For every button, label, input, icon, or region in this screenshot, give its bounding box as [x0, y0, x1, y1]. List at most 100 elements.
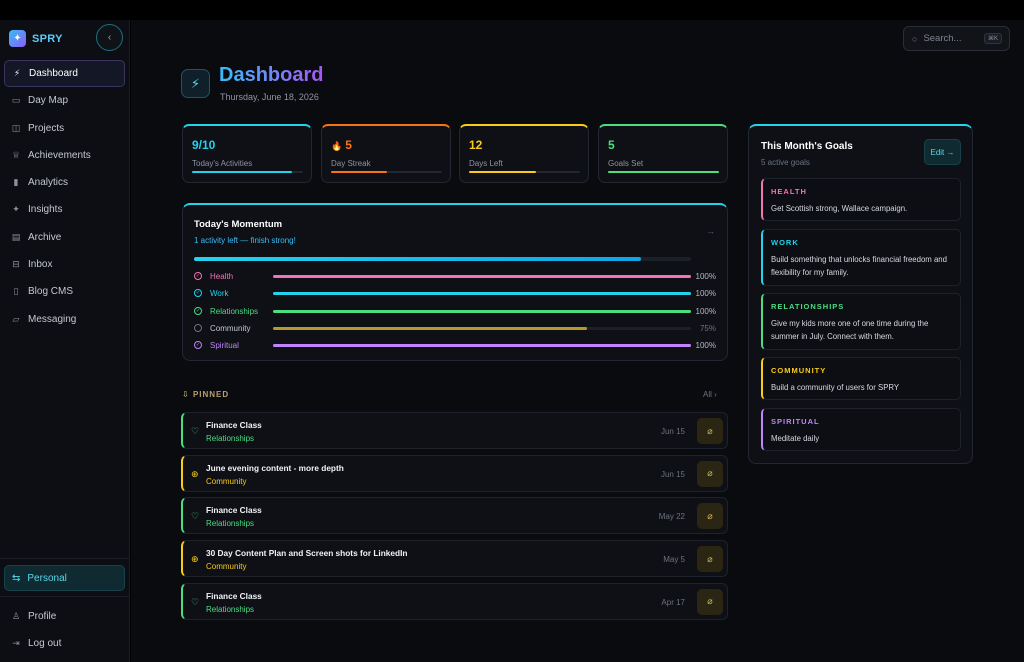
unpin-button[interactable]: ⌀: [697, 418, 723, 444]
main-content: ○ Search... ⌘K ⚡ Dashboard Thursday, Jun…: [131, 20, 1024, 662]
globe-icon: ⊕: [191, 468, 199, 479]
goal-tag: HEALTH: [771, 187, 807, 196]
goals-card: This Month's Goals 5 active goals Edit →…: [748, 124, 973, 464]
switch-icon: ⇆: [12, 572, 21, 584]
pinned-item-category: Relationships: [206, 434, 255, 443]
unpin-button[interactable]: ⌀: [697, 503, 723, 530]
collapse-sidebar-button[interactable]: ‹: [96, 24, 123, 51]
category-percent: 100%: [695, 341, 716, 351]
momentum-subtitle: 1 activity left — finish strong!: [194, 236, 296, 245]
sidebar-divider: [0, 596, 130, 597]
sidebar: ✦ SPRY ‹ ⚡ Dashboard ▭ Day Map ◫ Projects ♕ Ach…: [0, 20, 130, 662]
check-circle-icon: ✓: [194, 306, 202, 315]
achievements-icon: ♕: [11, 149, 21, 160]
sidebar-item-label: Inbox: [28, 259, 53, 271]
pin-off-icon: ⌀: [707, 510, 713, 521]
pinned-item-date: May 5: [663, 555, 685, 565]
category-percent: 75%: [699, 323, 716, 333]
sidebar-item-label: Analytics: [28, 177, 69, 189]
stat-progress: [469, 171, 580, 173]
stat-card-days-left[interactable]: 12 Days Left: [459, 124, 589, 183]
unpin-button[interactable]: ⌀: [697, 546, 723, 573]
category-progress-fill: [273, 309, 691, 313]
lightning-icon: ⚡: [181, 69, 210, 98]
stat-value: 9/10: [192, 138, 215, 152]
pinned-item-category: Community: [206, 476, 247, 486]
sidebar-item-blog-cms[interactable]: ▯ Blog CMS: [4, 278, 125, 305]
pinned-item[interactable]: ⊕ 30 Day Content Plan and Screen shots fo…: [181, 540, 728, 578]
sidebar-item-achievements[interactable]: ♕ Achievements: [4, 142, 125, 169]
pinned-item-category: Community: [206, 562, 247, 572]
category-progress: [273, 309, 691, 313]
goal-tag: RELATIONSHIPS: [771, 302, 845, 311]
sidebar-item-projects[interactable]: ◫ Projects: [4, 115, 125, 142]
sidebar-item-profile[interactable]: ♙ Profile: [4, 603, 125, 630]
flame-icon: 🔥: [331, 141, 343, 151]
stat-card-goals-set[interactable]: 5 Goals Set: [598, 124, 728, 183]
sidebar-item-messaging[interactable]: ▱ Messaging: [4, 306, 125, 333]
pinned-item[interactable]: ♡ Finance Class Relationships Apr 17 ⌀: [181, 582, 728, 620]
heart-icon: ♡: [191, 426, 200, 436]
sidebar-item-analytics[interactable]: ▮ Analytics: [4, 169, 125, 196]
sidebar-item-inbox[interactable]: ⊟ Inbox: [4, 251, 125, 278]
stat-number: 12: [469, 138, 483, 152]
goal-item-health[interactable]: HEALTH Get Scottish strong, Wallace campa…: [761, 178, 961, 221]
pinned-item-title: Finance Class: [206, 590, 262, 601]
category-progress-fill: [273, 292, 691, 296]
pinned-title: PINNED: [192, 390, 230, 399]
category-progress-fill: [273, 275, 691, 278]
pin-off-icon: ⌀: [707, 553, 713, 564]
sidebar-item-label: Messaging: [28, 313, 77, 325]
sidebar-item-label: Achievements: [28, 149, 91, 161]
sidebar-item-archive[interactable]: ▤ Archive: [4, 224, 125, 251]
stat-value: 5: [608, 138, 615, 152]
stat-card-day-streak[interactable]: 🔥 5 Day Streak: [321, 124, 451, 183]
pinned-item-date: Jun 15: [660, 427, 685, 436]
search-icon: ○: [912, 33, 918, 44]
goal-item-community[interactable]: COMMUNITY Build a community of users for …: [761, 357, 961, 400]
search-input[interactable]: ○ Search... ⌘K: [903, 26, 1010, 51]
pin-off-icon: ⌀: [707, 425, 713, 436]
sidebar-bottom-nav: ♙ Profile ⇥ Log out: [4, 603, 125, 658]
sidebar-item-label: Log out: [28, 638, 62, 650]
goals-subtitle: 5 active goals: [761, 158, 810, 167]
brand[interactable]: ✦ SPRY: [9, 30, 63, 47]
stat-number: 5: [345, 138, 352, 152]
category-progress-fill: [273, 344, 691, 348]
stat-card-today-s-activities[interactable]: 9/10 Today's Activities: [182, 124, 312, 183]
sidebar-item-day-map[interactable]: ▭ Day Map: [4, 87, 125, 114]
analytics-icon: ▮: [13, 177, 19, 188]
pinned-item[interactable]: ♡ Finance Class Relationships Jun 15 ⌀: [181, 412, 728, 449]
sidebar-item-label: Dashboard: [29, 68, 78, 79]
pin-icon: ⇩: [182, 390, 190, 399]
sidebar-item-log-out[interactable]: ⇥ Log out: [4, 630, 125, 657]
page-date: Thursday, June 18, 2026: [220, 92, 319, 102]
stat-value: 12: [469, 138, 482, 152]
pinned-item-date: Apr 17: [661, 597, 685, 607]
category-percent: 100%: [695, 272, 716, 281]
unpin-button[interactable]: ⌀: [697, 588, 723, 615]
goal-text: Meditate daily: [771, 434, 820, 443]
pinned-item[interactable]: ⊕ June evening content - more depth Commun…: [181, 454, 728, 492]
category-row-relationships: ✓ Relationships 100%: [194, 305, 721, 319]
goal-tag: WORK: [771, 238, 799, 247]
arrow-right-icon[interactable]: →: [706, 226, 715, 236]
unpin-button[interactable]: ⌀: [697, 460, 723, 487]
sidebar-item-dashboard[interactable]: ⚡ Dashboard: [4, 60, 125, 87]
insights-icon: ✦: [12, 204, 20, 215]
top-black-bar: [0, 0, 1024, 20]
goal-item-relationships[interactable]: RELATIONSHIPS Give my kids more one of on…: [761, 293, 961, 350]
goal-item-spiritual[interactable]: SPIRITUAL Meditate daily: [761, 408, 961, 451]
brand-name: SPRY: [32, 32, 63, 45]
edit-goals-button[interactable]: Edit →: [924, 139, 961, 165]
pinned-item-title: Finance Class: [206, 420, 262, 430]
search-placeholder: Search...: [923, 33, 962, 44]
pinned-item[interactable]: ♡ Finance Class Relationships May 22 ⌀: [181, 497, 728, 535]
workspace-switcher[interactable]: ⇆ Personal: [4, 565, 125, 591]
category-name: Spiritual: [210, 341, 239, 351]
heart-icon: ♡: [191, 596, 200, 607]
pinned-all-link[interactable]: All ›: [703, 390, 717, 399]
sidebar-item-insights[interactable]: ✦ Insights: [4, 196, 125, 223]
goal-item-work[interactable]: WORK Build something that unlocks financi…: [761, 229, 961, 286]
stat-progress-fill: [608, 171, 719, 173]
